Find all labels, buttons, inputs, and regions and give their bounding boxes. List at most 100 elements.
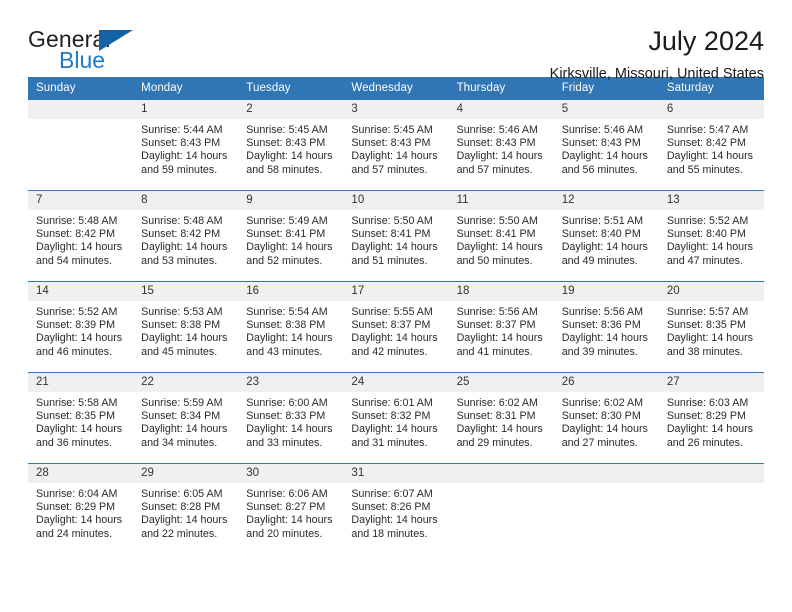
calendar-day-cell[interactable]: 20 Sunrise: 5:57 AM Sunset: 8:35 PM Dayligh…: [658, 281, 764, 373]
daylight-text-line2: and 26 minutes.: [666, 436, 743, 449]
sunrise-text: Sunrise: 5:49 AM: [246, 215, 328, 227]
day-number: 30: [238, 464, 344, 483]
sunrise-text: Sunrise: 5:53 AM: [141, 306, 223, 318]
calendar-day-cell[interactable]: 13 Sunrise: 5:52 AM Sunset: 8:40 PM Dayligh…: [658, 190, 764, 282]
daylight-text-line2: and 29 minutes.: [456, 436, 533, 449]
day-number: 4: [448, 100, 554, 119]
calendar-body: 1 Sunrise: 5:44 AM Sunset: 8:43 PM Daylight…: [28, 100, 764, 554]
sunrise-text: Sunrise: 5:51 AM: [561, 215, 644, 227]
sunset-text: Sunset: 8:40 PM: [666, 228, 746, 241]
calendar-day-cell[interactable]: 28 Sunrise: 6:04 AM Sunset: 8:29 PM Dayligh…: [28, 463, 134, 554]
calendar-day-cell[interactable]: 4 Sunrise: 5:46 AM Sunset: 8:43 PM Daylight…: [448, 100, 554, 191]
sunrise-text: Sunrise: 5:48 AM: [141, 215, 223, 227]
daylight-text-line1: Daylight: 14 hours: [36, 514, 123, 527]
day-number: 1: [133, 100, 239, 119]
calendar-day-cell-empty: [553, 463, 659, 554]
daylight-text-line1: Daylight: 14 hours: [246, 514, 333, 527]
page-header: General Blue July 2024 Kirksville, Misso…: [28, 0, 764, 82]
calendar-day-cell[interactable]: 1 Sunrise: 5:44 AM Sunset: 8:43 PM Daylight…: [133, 100, 239, 191]
sunrise-text: Sunrise: 6:02 AM: [456, 397, 538, 409]
page-subtitle: Kirksville, Missouri, United States: [549, 66, 764, 82]
day-number: [28, 100, 134, 119]
daylight-text-line2: and 53 minutes.: [141, 254, 218, 267]
daylight-text-line1: Daylight: 14 hours: [666, 150, 753, 163]
day-number: 2: [238, 100, 344, 119]
daylight-text-line2: and 43 minutes.: [246, 345, 323, 358]
day-number: 16: [238, 282, 344, 301]
day-number: 26: [553, 373, 659, 392]
daylight-text-line2: and 27 minutes.: [561, 436, 638, 449]
calendar-day-cell[interactable]: 17 Sunrise: 5:55 AM Sunset: 8:37 PM Dayligh…: [343, 281, 449, 373]
daylight-text-line1: Daylight: 14 hours: [666, 423, 753, 436]
sunset-text: Sunset: 8:28 PM: [141, 501, 221, 514]
day-number: 9: [238, 191, 344, 210]
calendar-day-cell[interactable]: 5 Sunrise: 5:46 AM Sunset: 8:43 PM Daylight…: [553, 100, 659, 191]
calendar-day-cell[interactable]: 29 Sunrise: 6:05 AM Sunset: 8:28 PM Dayligh…: [133, 463, 239, 554]
sunrise-text: Sunrise: 5:46 AM: [561, 124, 644, 136]
day-details: Sunrise: 6:06 AM Sunset: 8:27 PM Daylight:…: [238, 483, 343, 541]
daylight-text-line2: and 18 minutes.: [351, 527, 428, 540]
sunrise-text: Sunrise: 5:50 AM: [351, 215, 433, 227]
calendar-day-cell[interactable]: 19 Sunrise: 5:56 AM Sunset: 8:36 PM Dayligh…: [553, 281, 659, 373]
calendar-week-row: 28 Sunrise: 6:04 AM Sunset: 8:29 PM Dayligh…: [28, 463, 764, 554]
daylight-text-line1: Daylight: 14 hours: [141, 423, 228, 436]
sunrise-text: Sunrise: 5:56 AM: [561, 306, 644, 318]
sunset-text: Sunset: 8:41 PM: [246, 228, 326, 241]
calendar-day-cell[interactable]: 16 Sunrise: 5:54 AM Sunset: 8:38 PM Dayligh…: [238, 281, 344, 373]
calendar-day-cell[interactable]: 22 Sunrise: 5:59 AM Sunset: 8:34 PM Dayligh…: [133, 372, 239, 464]
general-blue-logo[interactable]: General Blue: [28, 26, 148, 82]
daylight-text-line2: and 56 minutes.: [561, 163, 638, 176]
daylight-text-line1: Daylight: 14 hours: [351, 514, 438, 527]
day-details: Sunrise: 6:03 AM Sunset: 8:29 PM Daylight:…: [659, 392, 764, 450]
calendar-day-cell[interactable]: 26 Sunrise: 6:02 AM Sunset: 8:30 PM Dayligh…: [553, 372, 659, 464]
daylight-text-line2: and 55 minutes.: [666, 163, 743, 176]
day-details: Sunrise: 5:53 AM Sunset: 8:38 PM Daylight:…: [133, 301, 238, 359]
calendar-day-cell[interactable]: 24 Sunrise: 6:01 AM Sunset: 8:32 PM Dayligh…: [343, 372, 449, 464]
day-details: Sunrise: 5:59 AM Sunset: 8:34 PM Daylight:…: [133, 392, 238, 450]
daylight-text-line2: and 50 minutes.: [456, 254, 533, 267]
calendar-day-cell[interactable]: 10 Sunrise: 5:50 AM Sunset: 8:41 PM Dayligh…: [343, 190, 449, 282]
calendar-day-cell-empty: [658, 463, 764, 554]
sunset-text: Sunset: 8:42 PM: [141, 228, 221, 241]
calendar-day-cell[interactable]: 8 Sunrise: 5:48 AM Sunset: 8:42 PM Daylight…: [133, 190, 239, 282]
daylight-text-line2: and 33 minutes.: [246, 436, 323, 449]
sunset-text: Sunset: 8:38 PM: [246, 319, 326, 332]
sunrise-text: Sunrise: 5:56 AM: [456, 306, 538, 318]
day-details: Sunrise: 5:44 AM Sunset: 8:43 PM Daylight:…: [133, 119, 238, 177]
calendar-day-cell[interactable]: 18 Sunrise: 5:56 AM Sunset: 8:37 PM Dayligh…: [448, 281, 554, 373]
calendar-day-cell[interactable]: 25 Sunrise: 6:02 AM Sunset: 8:31 PM Dayligh…: [448, 372, 554, 464]
daylight-text-line1: Daylight: 14 hours: [141, 241, 228, 254]
calendar-page: General Blue July 2024 Kirksville, Misso…: [0, 0, 792, 612]
calendar-day-cell[interactable]: 12 Sunrise: 5:51 AM Sunset: 8:40 PM Dayligh…: [553, 190, 659, 282]
calendar-day-cell[interactable]: 30 Sunrise: 6:06 AM Sunset: 8:27 PM Dayligh…: [238, 463, 344, 554]
sunset-text: Sunset: 8:43 PM: [456, 137, 536, 150]
calendar-day-cell[interactable]: 15 Sunrise: 5:53 AM Sunset: 8:38 PM Dayligh…: [133, 281, 239, 373]
daylight-text-line2: and 52 minutes.: [246, 254, 323, 267]
calendar-day-cell[interactable]: 14 Sunrise: 5:52 AM Sunset: 8:39 PM Dayligh…: [28, 281, 134, 373]
calendar-day-cell[interactable]: 6 Sunrise: 5:47 AM Sunset: 8:42 PM Daylight…: [658, 100, 764, 191]
sunset-text: Sunset: 8:29 PM: [36, 501, 116, 514]
daylight-text-line1: Daylight: 14 hours: [666, 241, 753, 254]
calendar-day-cell[interactable]: 21 Sunrise: 5:58 AM Sunset: 8:35 PM Dayligh…: [28, 372, 134, 464]
day-details: Sunrise: 6:01 AM Sunset: 8:32 PM Daylight:…: [343, 392, 448, 450]
day-details: Sunrise: 6:02 AM Sunset: 8:31 PM Daylight:…: [449, 392, 554, 450]
logo-text-blue: Blue: [59, 47, 106, 73]
day-number: 14: [28, 282, 134, 301]
calendar-day-cell[interactable]: 2 Sunrise: 5:45 AM Sunset: 8:43 PM Daylight…: [238, 100, 344, 191]
daylight-text-line2: and 39 minutes.: [561, 345, 638, 358]
daylight-text-line1: Daylight: 14 hours: [456, 150, 543, 163]
daylight-text-line1: Daylight: 14 hours: [456, 332, 543, 345]
calendar-day-cell[interactable]: 27 Sunrise: 6:03 AM Sunset: 8:29 PM Dayligh…: [658, 372, 764, 464]
calendar-day-cell[interactable]: 23 Sunrise: 6:00 AM Sunset: 8:33 PM Dayligh…: [238, 372, 344, 464]
calendar-day-cell[interactable]: 3 Sunrise: 5:45 AM Sunset: 8:43 PM Daylight…: [343, 100, 449, 191]
day-details: Sunrise: 5:55 AM Sunset: 8:37 PM Daylight:…: [343, 301, 448, 359]
sunrise-text: Sunrise: 6:01 AM: [351, 397, 433, 409]
calendar-day-cell[interactable]: 9 Sunrise: 5:49 AM Sunset: 8:41 PM Daylight…: [238, 190, 344, 282]
daylight-text-line1: Daylight: 14 hours: [141, 332, 228, 345]
day-details: Sunrise: 6:02 AM Sunset: 8:30 PM Daylight:…: [554, 392, 659, 450]
daylight-text-line2: and 58 minutes.: [246, 163, 323, 176]
calendar-day-cell[interactable]: 31 Sunrise: 6:07 AM Sunset: 8:26 PM Dayligh…: [343, 463, 449, 554]
calendar-day-cell[interactable]: 7 Sunrise: 5:48 AM Sunset: 8:42 PM Daylight…: [28, 190, 134, 282]
calendar-day-cell[interactable]: 11 Sunrise: 5:50 AM Sunset: 8:41 PM Dayligh…: [448, 190, 554, 282]
daylight-text-line1: Daylight: 14 hours: [141, 514, 228, 527]
